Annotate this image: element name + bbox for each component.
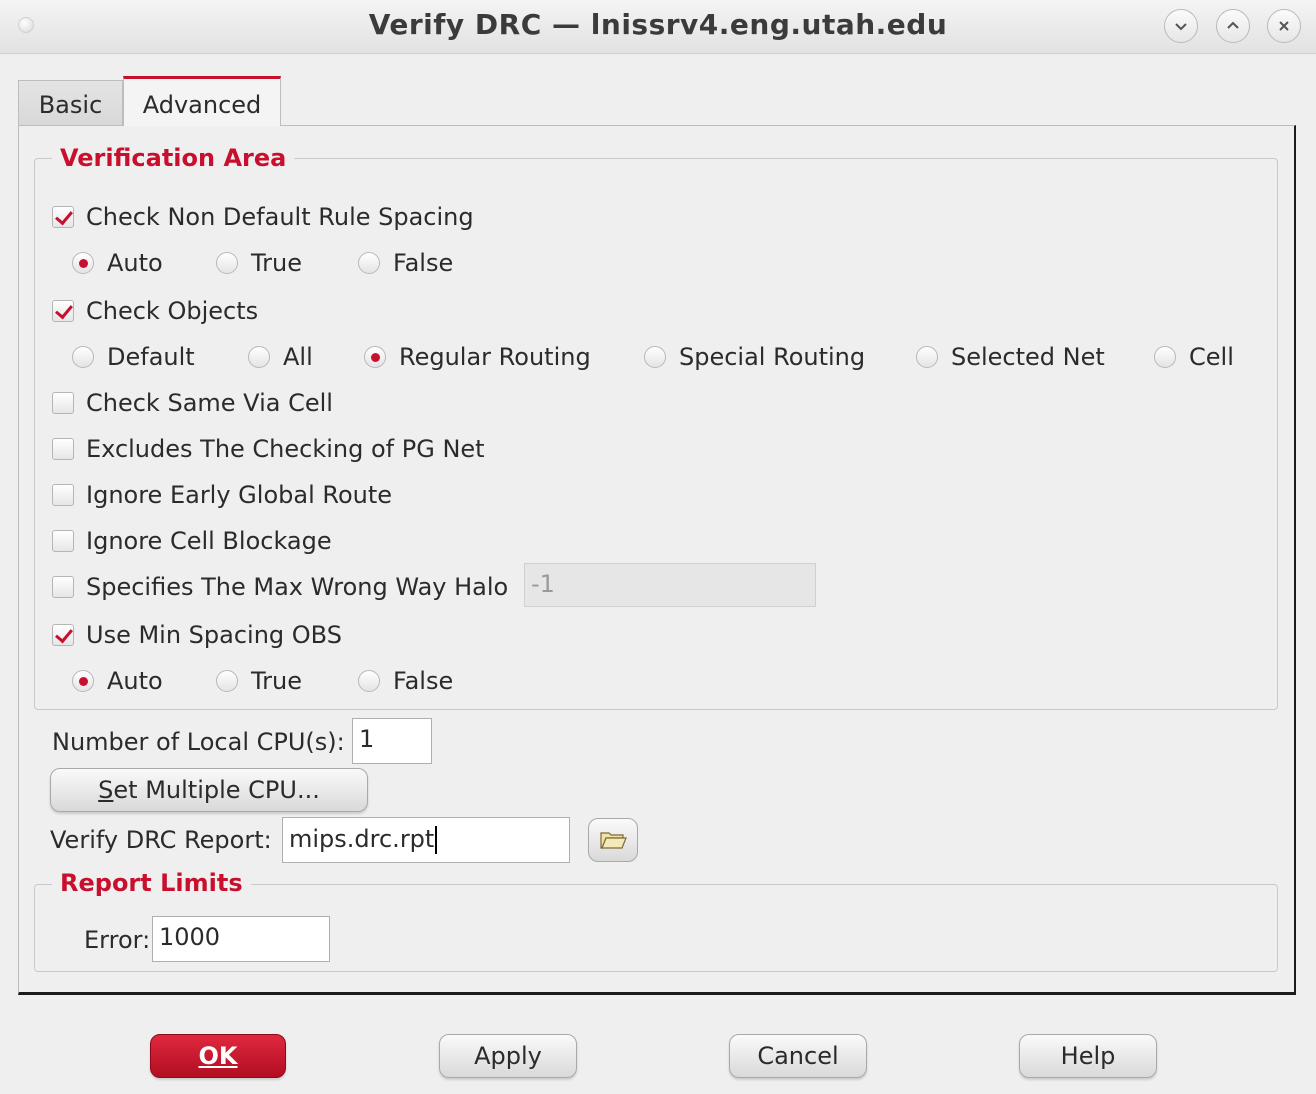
radio-label: Default bbox=[107, 343, 195, 371]
apply-label: Apply bbox=[474, 1042, 542, 1070]
check-objects-checkbox[interactable]: Check Objects bbox=[52, 297, 258, 325]
checkbox-label: Excludes The Checking of PG Net bbox=[86, 435, 485, 463]
error-limit-label: Error: bbox=[84, 926, 151, 954]
objects-default-radio[interactable]: Default bbox=[72, 343, 195, 371]
maximize-button[interactable] bbox=[1216, 9, 1250, 43]
tab-advanced[interactable]: Advanced bbox=[123, 76, 281, 126]
checkbox-box[interactable] bbox=[52, 624, 74, 646]
help-button[interactable]: Help bbox=[1019, 1034, 1157, 1078]
min-spacing-true-radio[interactable]: True bbox=[216, 667, 302, 695]
checkbox-label: Ignore Early Global Route bbox=[86, 481, 393, 509]
checkbox-box[interactable] bbox=[52, 392, 74, 414]
close-icon bbox=[1279, 21, 1289, 31]
radio-circle[interactable] bbox=[358, 670, 380, 692]
cancel-button[interactable]: Cancel bbox=[729, 1034, 867, 1078]
mnemonic: S bbox=[98, 776, 114, 804]
chevron-down-icon bbox=[1175, 23, 1187, 31]
radio-label: Cell bbox=[1189, 343, 1234, 371]
check-same-via-cell-checkbox[interactable]: Check Same Via Cell bbox=[52, 389, 333, 417]
radio-label: True bbox=[251, 667, 302, 695]
drc-report-input[interactable]: mips.drc.rpt bbox=[282, 817, 570, 863]
error-limit-input[interactable]: 1000 bbox=[152, 916, 330, 962]
help-label: Help bbox=[1060, 1042, 1116, 1070]
report-limits-legend: Report Limits bbox=[52, 869, 251, 897]
radio-label: False bbox=[393, 667, 454, 695]
radio-circle[interactable] bbox=[216, 670, 238, 692]
verification-area-legend: Verification Area bbox=[52, 144, 295, 172]
radio-label: All bbox=[283, 343, 313, 371]
objects-selected-net-radio[interactable]: Selected Net bbox=[916, 343, 1105, 371]
radio-circle[interactable] bbox=[1154, 346, 1176, 368]
browse-report-button[interactable] bbox=[588, 818, 638, 862]
checkbox-box[interactable] bbox=[52, 530, 74, 552]
minimize-button[interactable] bbox=[1164, 9, 1198, 43]
drc-report-value: mips.drc.rpt bbox=[289, 825, 435, 853]
set-multiple-cpu-button[interactable]: Set Multiple CPU... bbox=[50, 768, 368, 812]
ndr-spacing-true-radio[interactable]: True bbox=[216, 249, 302, 277]
cancel-label: Cancel bbox=[757, 1042, 839, 1070]
radio-circle[interactable] bbox=[248, 346, 270, 368]
folder-open-icon bbox=[600, 832, 627, 849]
objects-all-radio[interactable]: All bbox=[248, 343, 313, 371]
ignore-cell-blockage-checkbox[interactable]: Ignore Cell Blockage bbox=[52, 527, 332, 555]
checkbox-box[interactable] bbox=[52, 484, 74, 506]
radio-label: Regular Routing bbox=[399, 343, 591, 371]
checkbox-label: Use Min Spacing OBS bbox=[86, 621, 342, 649]
set-multiple-cpu-rest: et Multiple CPU... bbox=[113, 776, 320, 804]
radio-circle[interactable] bbox=[216, 252, 238, 274]
check-objects-label: Check Objects bbox=[86, 297, 259, 325]
radio-label: Auto bbox=[107, 667, 163, 695]
checkbox-label: Ignore Cell Blockage bbox=[86, 527, 332, 555]
radio-circle[interactable] bbox=[72, 252, 94, 274]
checkbox-box[interactable] bbox=[52, 300, 74, 322]
check-ndr-spacing-label: Check Non Default Rule Spacing bbox=[86, 203, 474, 231]
radio-circle[interactable] bbox=[916, 346, 938, 368]
ndr-spacing-auto-radio[interactable]: Auto bbox=[72, 249, 163, 277]
radio-circle[interactable] bbox=[72, 670, 94, 692]
cpu-count-input[interactable]: 1 bbox=[352, 718, 432, 764]
objects-special-routing-radio[interactable]: Special Routing bbox=[644, 343, 865, 371]
radio-label: Auto bbox=[107, 249, 163, 277]
radio-circle[interactable] bbox=[364, 346, 386, 368]
objects-cell-radio[interactable]: Cell bbox=[1154, 343, 1234, 371]
checkbox-box[interactable] bbox=[52, 206, 74, 228]
checkbox-box[interactable] bbox=[52, 576, 74, 598]
max-wrong-way-halo-input[interactable]: -1 bbox=[524, 563, 816, 607]
chevron-up-icon bbox=[1227, 21, 1239, 29]
check-ndr-spacing-checkbox[interactable]: Check Non Default Rule Spacing bbox=[52, 203, 474, 231]
radio-label: False bbox=[393, 249, 454, 277]
window-title: Verify DRC — lnissrv4.eng.utah.edu bbox=[368, 8, 948, 41]
cpu-count-label: Number of Local CPU(s): bbox=[52, 728, 345, 756]
text-cursor bbox=[435, 826, 438, 854]
max-wrong-way-halo-checkbox[interactable]: Specifies The Max Wrong Way Halo bbox=[52, 573, 508, 601]
checkbox-box[interactable] bbox=[52, 438, 74, 460]
ndr-spacing-false-radio[interactable]: False bbox=[358, 249, 453, 277]
drc-report-label: Verify DRC Report: bbox=[50, 826, 272, 854]
objects-regular-routing-radio[interactable]: Regular Routing bbox=[364, 343, 591, 371]
exclude-pg-net-checkbox[interactable]: Excludes The Checking of PG Net bbox=[52, 435, 485, 463]
title-bar: Verify DRC — lnissrv4.eng.utah.edu bbox=[0, 0, 1316, 54]
radio-label: Selected Net bbox=[951, 343, 1105, 371]
radio-circle[interactable] bbox=[358, 252, 380, 274]
ignore-early-global-route-checkbox[interactable]: Ignore Early Global Route bbox=[52, 481, 392, 509]
min-spacing-false-radio[interactable]: False bbox=[358, 667, 453, 695]
apply-button[interactable]: Apply bbox=[439, 1034, 577, 1078]
set-multiple-cpu-label: Set Multiple CPU... bbox=[98, 776, 320, 804]
ok-button[interactable]: OK bbox=[150, 1034, 286, 1078]
ok-label: OK bbox=[198, 1042, 238, 1070]
close-button[interactable] bbox=[1267, 9, 1301, 43]
use-min-spacing-obs-checkbox[interactable]: Use Min Spacing OBS bbox=[52, 621, 342, 649]
radio-circle[interactable] bbox=[72, 346, 94, 368]
radio-label: True bbox=[251, 249, 302, 277]
radio-circle[interactable] bbox=[644, 346, 666, 368]
checkbox-label: Check Same Via Cell bbox=[86, 389, 333, 417]
checkbox-label: Specifies The Max Wrong Way Halo bbox=[86, 573, 509, 601]
radio-label: Special Routing bbox=[679, 343, 866, 371]
tab-basic[interactable]: Basic bbox=[18, 80, 123, 126]
min-spacing-auto-radio[interactable]: Auto bbox=[72, 667, 163, 695]
